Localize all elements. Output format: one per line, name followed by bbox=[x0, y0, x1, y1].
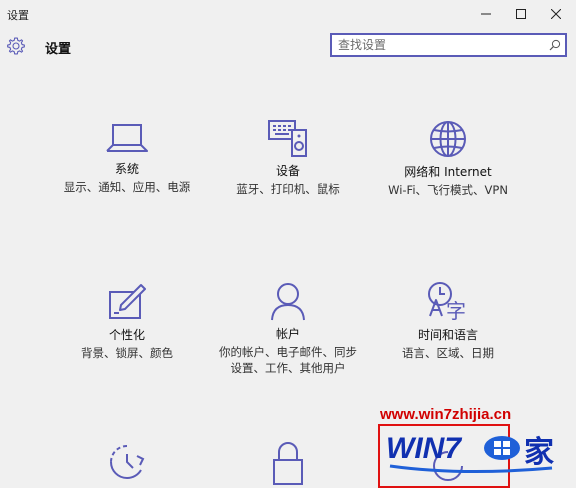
search-icon[interactable] bbox=[549, 39, 561, 51]
laptop-icon bbox=[106, 124, 148, 152]
tile-system[interactable]: 系统 显示、通知、应用、电源 bbox=[47, 122, 207, 195]
time-language-icon: 字 bbox=[428, 282, 466, 322]
minimize-button[interactable] bbox=[466, 0, 506, 28]
page-title: 设置 bbox=[45, 42, 72, 57]
svg-text:字: 字 bbox=[446, 299, 466, 322]
tile-desc: 背景、锁屏、颜色 bbox=[81, 346, 173, 360]
tile-name: 时间和语言 bbox=[417, 328, 478, 342]
watermark: www.win7zhijia.cn WIN7 家 bbox=[378, 406, 576, 488]
tile-name: 系统 bbox=[114, 162, 139, 176]
search-box[interactable] bbox=[330, 33, 567, 57]
tile-desc: 蓝牙、打印机、鼠标 bbox=[236, 182, 340, 196]
close-icon bbox=[551, 9, 561, 19]
tile-update-security[interactable] bbox=[47, 442, 207, 482]
tile-devices[interactable]: 设备 蓝牙、打印机、鼠标 bbox=[208, 118, 368, 197]
tile-name: 帐户 bbox=[275, 327, 300, 341]
close-button[interactable] bbox=[536, 0, 576, 28]
watermark-url: www.win7zhijia.cn bbox=[380, 406, 512, 423]
tile-desc: 语言、区域、日期 bbox=[402, 346, 494, 360]
tile-accounts[interactable]: 帐户 你的帐户、电子邮件、同步设置、工作、其他用户 bbox=[208, 281, 368, 376]
person-icon bbox=[271, 283, 305, 321]
win7-logo: WIN7 家 bbox=[386, 432, 554, 474]
minimize-icon bbox=[481, 13, 491, 15]
tile-personalization[interactable]: 个性化 背景、锁屏、颜色 bbox=[47, 282, 207, 361]
tile-desc: Wi-Fi、飞行模式、VPN bbox=[388, 183, 508, 197]
watermark-logo-text: WIN7 bbox=[386, 432, 462, 465]
maximize-button[interactable] bbox=[501, 0, 541, 28]
tile-network[interactable]: 网络和 Internet Wi-Fi、飞行模式、VPN bbox=[368, 119, 528, 198]
update-icon bbox=[110, 445, 145, 480]
tile-desc: 显示、通知、应用、电源 bbox=[63, 180, 191, 194]
watermark-logo-char: 家 bbox=[524, 435, 554, 470]
devices-icon bbox=[268, 120, 307, 157]
maximize-icon bbox=[516, 9, 526, 19]
window-title: 设置 bbox=[7, 9, 29, 22]
search-input[interactable] bbox=[338, 37, 538, 53]
gear-icon bbox=[7, 37, 25, 55]
tile-privacy[interactable] bbox=[208, 440, 368, 486]
tile-name: 设备 bbox=[275, 164, 300, 178]
tile-name: 个性化 bbox=[108, 328, 145, 342]
title-bar: 设置 bbox=[0, 0, 576, 28]
globe-icon bbox=[430, 121, 466, 157]
tile-desc: 你的帐户、电子邮件、同步设置、工作、其他用户 bbox=[219, 345, 357, 375]
lock-icon bbox=[273, 442, 303, 485]
personalization-icon bbox=[109, 284, 146, 319]
tile-time-language[interactable]: 字 时间和语言 语言、区域、日期 bbox=[368, 280, 528, 361]
tile-name: 网络和 Internet bbox=[404, 165, 492, 179]
